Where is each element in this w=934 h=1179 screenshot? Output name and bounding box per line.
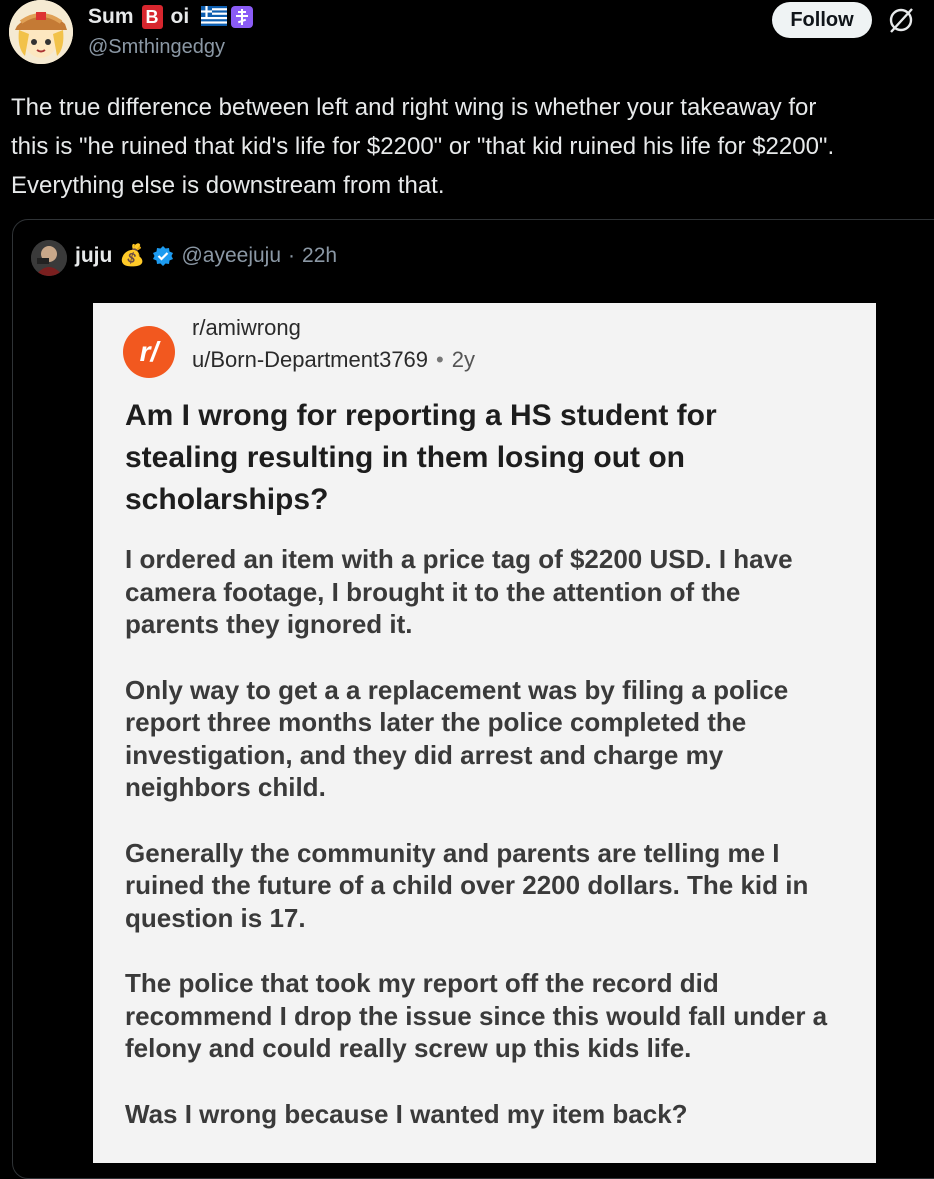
- body-line: Only way to get a a replacement was by f…: [125, 674, 789, 705]
- tweet-text-line: Everything else is downstream from that.: [11, 172, 445, 199]
- reddit-logo-icon: r/: [123, 326, 175, 378]
- follow-button[interactable]: Follow: [772, 2, 872, 38]
- title-line: scholarships?: [125, 483, 329, 516]
- verified-badge-icon: [153, 246, 174, 266]
- quoted-avatar-illustration-icon: [31, 240, 67, 276]
- display-name-start: Sum: [88, 5, 134, 28]
- body-line: The police that took my report off the r…: [125, 968, 719, 998]
- body-line: Generally the community and parents are …: [125, 837, 780, 868]
- display-name-badge: B: [141, 5, 163, 29]
- body-paragraph: Was I wrong because I wanted my item bac…: [125, 1098, 865, 1131]
- title-line: stealing resulting in them losing out on: [125, 441, 686, 474]
- flag-emoji-icons: [201, 6, 254, 28]
- body-line: I ordered an item with a price tag of $2…: [125, 544, 793, 574]
- tweet-text-line: The true difference between left and rig…: [11, 94, 817, 121]
- reddit-author-row: u/Born-Department3769 • 2y: [192, 347, 475, 373]
- display-name-row[interactable]: Sum B oi: [88, 5, 254, 29]
- greek-flag-icon: [201, 6, 228, 26]
- user-avatar[interactable]: [9, 0, 73, 64]
- orthodox-cross-icon: [231, 6, 254, 28]
- grok-icon[interactable]: [887, 6, 915, 34]
- tweet-text: The true difference between left and rig…: [11, 88, 934, 205]
- quoted-tweet-meta: juju 💰 @ayeejuju · 22h: [75, 244, 337, 268]
- reddit-post-body: I ordered an item with a price tag of $2…: [125, 543, 865, 1163]
- tweet-text-line: this is "he ruined that kid's life for $…: [11, 133, 835, 160]
- body-line: camera footage, I brought it to the atte…: [125, 576, 741, 607]
- meta-separator: ·: [288, 244, 296, 267]
- body-line: Was I wrong because I wanted my item bac…: [125, 1098, 688, 1129]
- body-paragraph: Only way to get a a replacement was by f…: [125, 674, 865, 804]
- money-bag-emoji: 💰: [119, 244, 146, 267]
- embedded-reddit-screenshot[interactable]: r/ r/amiwrong u/Born-Department3769 • 2y…: [93, 303, 876, 1163]
- title-line: Am I wrong for reporting a HS student fo…: [125, 399, 717, 432]
- body-line: parents they ignored it.: [125, 609, 413, 639]
- quoted-display-name[interactable]: juju: [75, 244, 112, 268]
- body-paragraph: The police that took my report off the r…: [125, 967, 865, 1065]
- body-line: report three months later the police com…: [125, 707, 747, 737]
- display-name-end: oi: [170, 5, 190, 28]
- body-line: neighbors child.: [125, 772, 326, 802]
- reddit-logo-text: r/: [139, 336, 159, 367]
- quoted-user-avatar[interactable]: [31, 240, 67, 276]
- reddit-post-age: 2y: [451, 347, 475, 372]
- reddit-post-title: Am I wrong for reporting a HS student fo…: [125, 395, 845, 521]
- quoted-handle[interactable]: @ayeejuju: [181, 244, 281, 268]
- body-line: investigation, and they did arrest and c…: [125, 739, 724, 770]
- body-line: felony and could really screw up this ki…: [125, 1033, 692, 1063]
- body-paragraph: Generally the community and parents are …: [125, 837, 865, 935]
- reddit-dot-separator: •: [436, 347, 444, 372]
- reddit-author: u/Born-Department3769: [192, 347, 429, 372]
- avatar-illustration-icon: [9, 0, 73, 64]
- subreddit-name: r/amiwrong: [192, 315, 301, 340]
- body-line: ruined the future of a child over 2200 d…: [125, 870, 809, 900]
- tweet-header: Sum B oi @Smthingedgy Follow: [0, 0, 934, 80]
- body-line: question is 17.: [125, 902, 306, 933]
- body-line: recommend I drop the issue since this wo…: [125, 1000, 828, 1031]
- quoted-timestamp[interactable]: 22h: [302, 244, 337, 268]
- user-handle[interactable]: @Smthingedgy: [88, 36, 225, 59]
- body-paragraph: I ordered an item with a price tag of $2…: [125, 543, 865, 641]
